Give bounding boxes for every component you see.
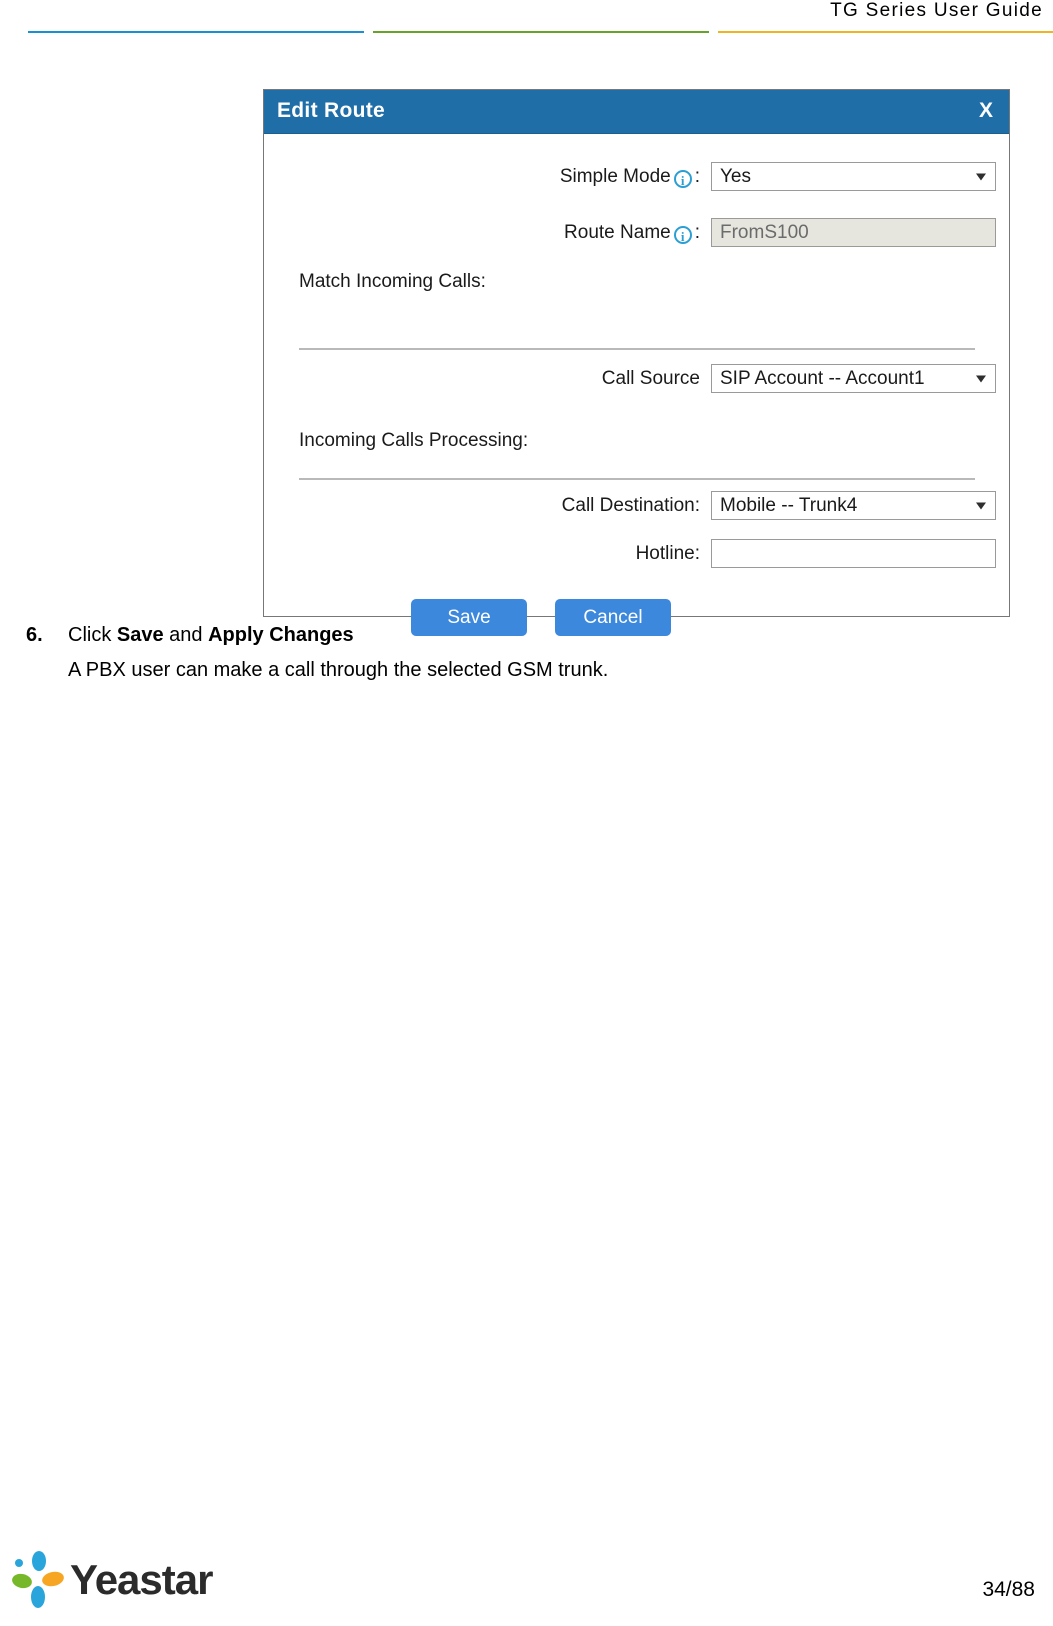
field-label-call-source: Call Source <box>264 368 711 390</box>
header-rule-blue <box>28 31 364 33</box>
step-instruction: Click Save and Apply Changes <box>68 624 354 647</box>
dialog-title: Edit Route <box>277 99 385 122</box>
field-row-route-name: Route Name i: FromS100 <box>264 218 1009 247</box>
step-mid: and <box>163 624 209 646</box>
yeastar-logo: Yeastar <box>8 1548 213 1610</box>
header-rule-yellow <box>718 31 1053 33</box>
section-heading-incoming-calls-processing: Incoming Calls Processing: <box>299 430 529 451</box>
step-prefix: Click <box>68 624 117 646</box>
select-value: SIP Account -- Account1 <box>720 367 925 389</box>
section-heading-match-incoming-calls: Match Incoming Calls: <box>299 271 486 292</box>
select-call-source[interactable]: SIP Account -- Account1 <box>711 364 996 393</box>
close-icon[interactable]: X <box>979 99 993 123</box>
field-row-call-destination: Call Destination: Mobile -- Trunk4 <box>264 491 1009 520</box>
page-number: 34/88 <box>982 1578 1035 1601</box>
step-bold-save: Save <box>116 624 164 646</box>
field-label-hotline: Hotline: <box>264 543 711 565</box>
field-label-text: Hotline: <box>635 542 700 564</box>
cancel-button[interactable]: Cancel <box>555 599 671 636</box>
chevron-down-icon <box>976 375 986 382</box>
select-value: Mobile -- Trunk4 <box>720 494 858 516</box>
yeastar-logo-text: Yeastar <box>70 1556 213 1603</box>
field-row-simple-mode: Simple Mode i: Yes <box>264 162 1009 191</box>
header-rule-green <box>373 31 709 33</box>
input-value: FromS100 <box>720 221 809 243</box>
step-description: A PBX user can make a call through the s… <box>68 659 609 681</box>
save-button[interactable]: Save <box>411 599 527 636</box>
select-simple-mode[interactable]: Yes <box>711 162 996 191</box>
input-route-name[interactable]: FromS100 <box>711 218 996 247</box>
field-row-call-source: Call Source SIP Account -- Account1 <box>264 364 1009 393</box>
info-icon[interactable]: i <box>673 169 692 188</box>
select-value: Yes <box>720 165 751 187</box>
section-divider-1 <box>299 348 975 350</box>
select-call-destination[interactable]: Mobile -- Trunk4 <box>711 491 996 520</box>
field-label-text: Simple Mode <box>559 165 671 187</box>
section-divider-2 <box>299 478 975 480</box>
field-label-simple-mode: Simple Mode i: <box>264 166 711 188</box>
step-bold-apply-changes: Apply Changes <box>208 624 354 646</box>
field-label-text: Call Source <box>601 367 700 389</box>
yeastar-logo-icon <box>12 1551 64 1608</box>
input-hotline[interactable] <box>711 539 996 568</box>
info-icon[interactable]: i <box>673 225 692 244</box>
field-label-colon: : <box>694 221 700 243</box>
field-row-hotline: Hotline: <box>264 539 1009 568</box>
field-label-route-name: Route Name i: <box>264 222 711 244</box>
field-label-call-destination: Call Destination: <box>264 495 711 517</box>
dialog-body: Simple Mode i: Yes Route Name i: FromS100 … <box>264 134 1009 636</box>
field-label-text: Call Destination: <box>561 494 700 516</box>
dialog-titlebar: Edit Route X <box>264 90 1009 134</box>
field-label-colon: : <box>694 165 700 187</box>
chevron-down-icon <box>976 173 986 180</box>
chevron-down-icon <box>976 502 986 509</box>
step-number: 6. <box>26 624 43 646</box>
field-label-text: Route Name <box>564 221 671 243</box>
edit-route-dialog: Edit Route X Simple Mode i: Yes Route Nam… <box>263 89 1010 636</box>
document-header-title: TG Series User Guide <box>830 0 1043 21</box>
